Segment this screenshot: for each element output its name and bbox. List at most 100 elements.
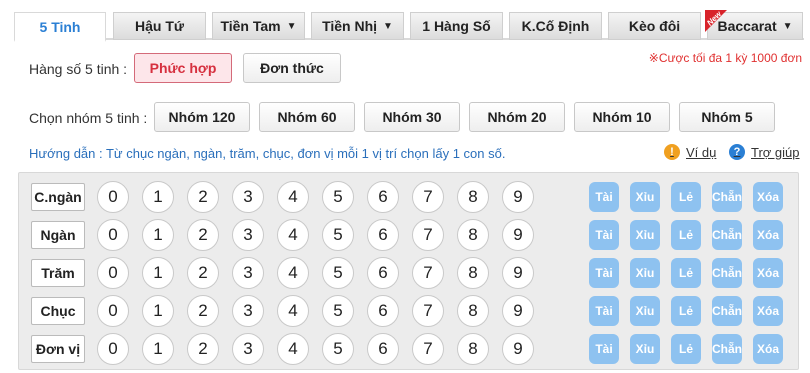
quick-select-button[interactable]: Chẵn (712, 220, 742, 250)
digit-ball[interactable]: 5 (322, 295, 354, 327)
tab-3[interactable]: Tiền Tam ▼ (212, 12, 305, 40)
digit-ball[interactable]: 6 (367, 295, 399, 327)
group-button[interactable]: Nhóm 60 (259, 102, 355, 132)
quick-select-button[interactable]: Xóa (753, 220, 783, 250)
digit-ball[interactable]: 5 (322, 219, 354, 251)
digit-ball[interactable]: 6 (367, 219, 399, 251)
tab-6[interactable]: K.Cố Định (509, 12, 602, 40)
digit-ball[interactable]: 6 (367, 181, 399, 213)
digit-ball[interactable]: 5 (322, 257, 354, 289)
quick-select-button[interactable]: Lẻ (671, 220, 701, 250)
digit-ball[interactable]: 7 (412, 219, 444, 251)
quick-select-button[interactable]: Tài (589, 296, 619, 326)
digit-ball[interactable]: 8 (457, 257, 489, 289)
tab-8[interactable]: Baccarat ▼ New (705, 10, 803, 40)
help-link[interactable]: ? Trợ giúp (729, 144, 800, 160)
quick-select-button[interactable]: Lẻ (671, 258, 701, 288)
digit-ball[interactable]: 0 (97, 257, 129, 289)
digit-ball[interactable]: 0 (97, 181, 129, 213)
digit-ball[interactable]: 0 (97, 333, 129, 365)
digit-ball[interactable]: 2 (187, 257, 219, 289)
caret-down-icon: ▼ (782, 20, 793, 32)
digit-ball[interactable]: 3 (232, 333, 264, 365)
quick-select-button[interactable]: Tài (589, 258, 619, 288)
digit-ball[interactable]: 1 (142, 333, 174, 365)
digit-ball[interactable]: 7 (412, 181, 444, 213)
digit-ball[interactable]: 6 (367, 333, 399, 365)
quick-select-button[interactable]: Chẵn (712, 182, 742, 212)
quick-select-button[interactable]: Lẻ (671, 182, 701, 212)
digit-ball[interactable]: 6 (367, 257, 399, 289)
digit-ball[interactable]: 4 (277, 181, 309, 213)
digit-ball[interactable]: 8 (457, 181, 489, 213)
digit-ball[interactable]: 3 (232, 257, 264, 289)
digit-ball[interactable]: 5 (322, 181, 354, 213)
game-tabs: 5 Tinh Hậu Tứ Tiền Tam ▼ Tiền Nhị ▼ 1 Hàng Số K… (14, 10, 804, 42)
position-label: C.ngàn (31, 183, 85, 211)
group-button[interactable]: Nhóm 10 (574, 102, 670, 132)
quick-select-button[interactable]: Xóa (753, 182, 783, 212)
info-icon: ! (664, 144, 680, 160)
tab-7[interactable]: Kèo đôi (608, 12, 701, 40)
quick-select-button[interactable]: Xóa (753, 296, 783, 326)
digit-ball[interactable]: 9 (502, 219, 534, 251)
quick-select-button[interactable]: Chẵn (712, 258, 742, 288)
mode-complex-button[interactable]: Phức hợp (134, 53, 232, 83)
digit-ball[interactable]: 0 (97, 219, 129, 251)
digit-ball[interactable]: 0 (97, 295, 129, 327)
digit-ball[interactable]: 3 (232, 295, 264, 327)
group-button[interactable]: Nhóm 120 (154, 102, 250, 132)
digit-ball[interactable]: 1 (142, 295, 174, 327)
quick-select-button[interactable]: Lẻ (671, 334, 701, 364)
quick-select-button[interactable]: Chẵn (712, 334, 742, 364)
tab-2[interactable]: Hậu Tứ (113, 12, 206, 40)
digit-ball[interactable]: 5 (322, 333, 354, 365)
digit-ball[interactable]: 9 (502, 257, 534, 289)
digit-ball[interactable]: 4 (277, 333, 309, 365)
digit-ball[interactable]: 9 (502, 295, 534, 327)
quick-select-button[interactable]: Xóa (753, 334, 783, 364)
max-bet-note: ※Cược tối đa 1 kỳ 1000 đơn (648, 51, 802, 65)
digit-ball[interactable]: 8 (457, 333, 489, 365)
digit-ball[interactable]: 2 (187, 219, 219, 251)
digit-ball[interactable]: 4 (277, 257, 309, 289)
digit-ball[interactable]: 9 (502, 181, 534, 213)
quick-select-button[interactable]: Tài (589, 220, 619, 250)
quick-select-button[interactable]: Xỉu (630, 334, 660, 364)
digit-ball[interactable]: 2 (187, 295, 219, 327)
example-link-label: Ví dụ (686, 144, 717, 160)
quick-select-button[interactable]: Tài (589, 334, 619, 364)
group-button[interactable]: Nhóm 20 (469, 102, 565, 132)
quick-select-button[interactable]: Xỉu (630, 296, 660, 326)
mode-single-button[interactable]: Đơn thức (243, 53, 341, 83)
digit-ball[interactable]: 8 (457, 295, 489, 327)
digit-ball[interactable]: 7 (412, 257, 444, 289)
digit-ball[interactable]: 7 (412, 333, 444, 365)
tab-4[interactable]: Tiền Nhị ▼ (311, 12, 404, 40)
quick-select-button[interactable]: Lẻ (671, 296, 701, 326)
quick-select-button[interactable]: Tài (589, 182, 619, 212)
digit-ball[interactable]: 1 (142, 181, 174, 213)
digit-ball[interactable]: 8 (457, 219, 489, 251)
quick-select-button[interactable]: Xóa (753, 258, 783, 288)
quick-select-button[interactable]: Xỉu (630, 182, 660, 212)
quick-select-button[interactable]: Xỉu (630, 258, 660, 288)
tab-1[interactable]: 5 Tinh (14, 12, 106, 42)
quick-select-button[interactable]: Xỉu (630, 220, 660, 250)
tab-5[interactable]: 1 Hàng Số (410, 12, 503, 40)
digit-ball[interactable]: 3 (232, 181, 264, 213)
digit-ball[interactable]: 4 (277, 219, 309, 251)
digit-ball[interactable]: 1 (142, 219, 174, 251)
digit-ball[interactable]: 4 (277, 295, 309, 327)
digit-ball[interactable]: 3 (232, 219, 264, 251)
quick-select-button[interactable]: Chẵn (712, 296, 742, 326)
digit-ball[interactable]: 2 (187, 333, 219, 365)
digit-ball[interactable]: 2 (187, 181, 219, 213)
digit-ball[interactable]: 9 (502, 333, 534, 365)
tab-label: Tiền Nhị (322, 18, 378, 34)
digit-ball[interactable]: 1 (142, 257, 174, 289)
group-button[interactable]: Nhóm 5 (679, 102, 775, 132)
group-button[interactable]: Nhóm 30 (364, 102, 460, 132)
example-link[interactable]: ! Ví dụ (664, 144, 716, 160)
digit-ball[interactable]: 7 (412, 295, 444, 327)
